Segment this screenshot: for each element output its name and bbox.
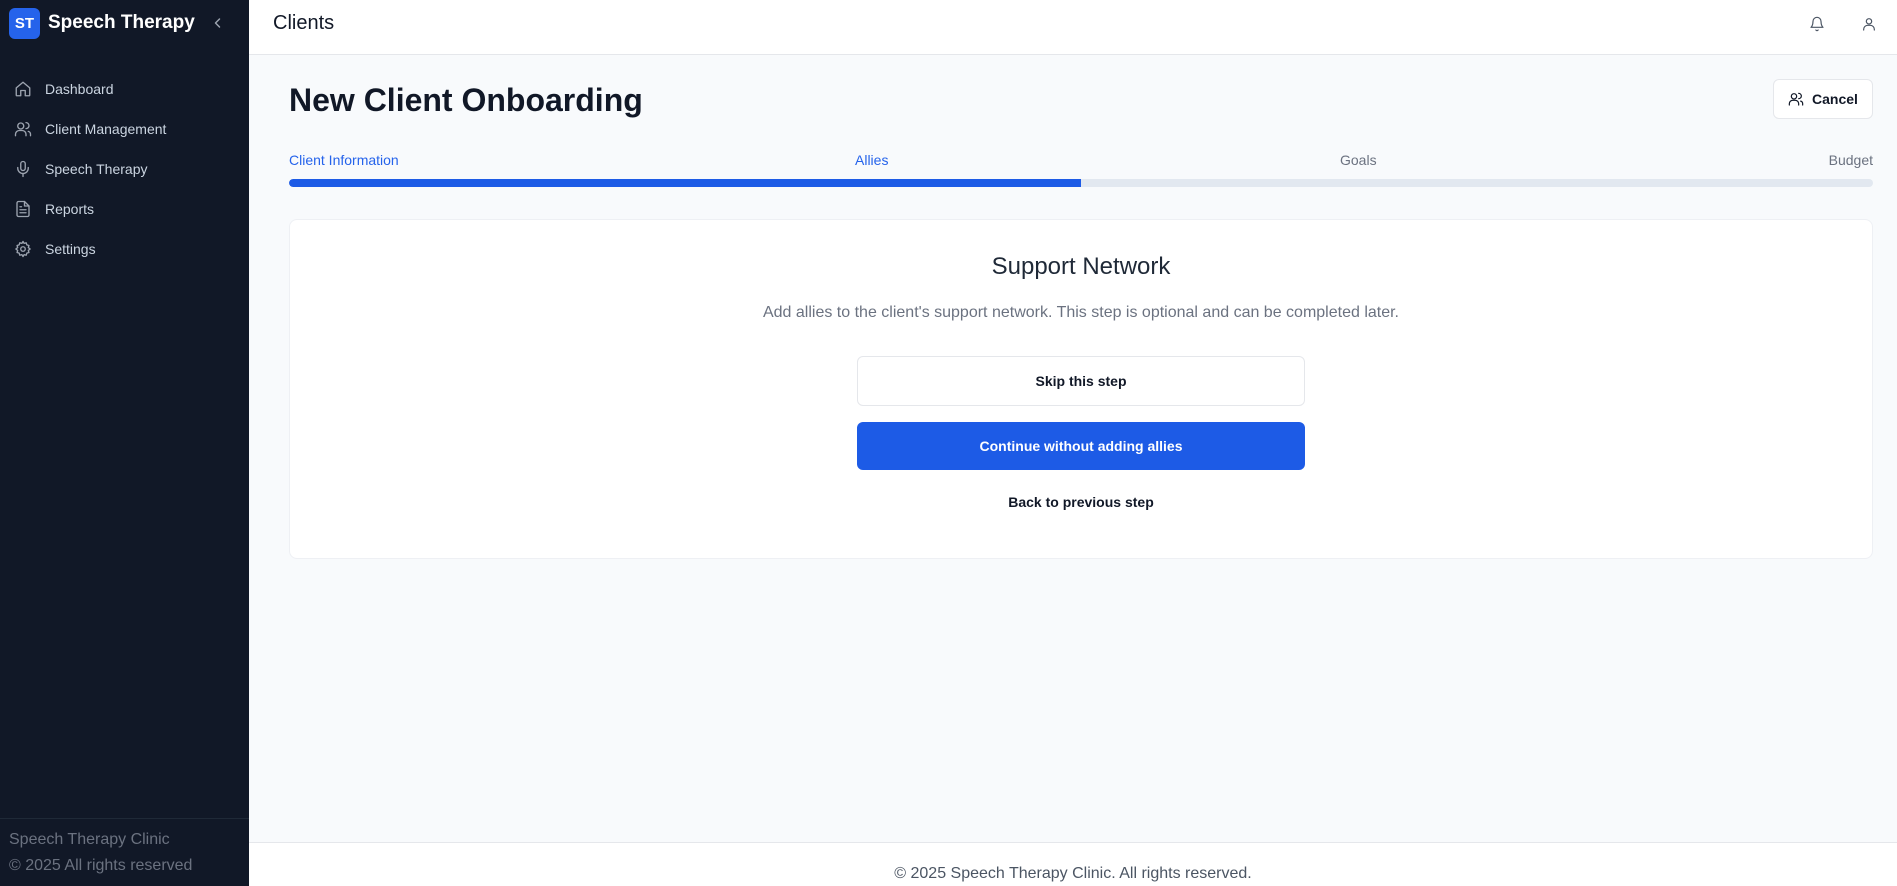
main-content: New Client Onboarding Cancel Client Info… <box>249 56 1897 842</box>
cancel-button-label: Cancel <box>1812 91 1858 107</box>
sidebar-item-client-management[interactable]: Client Management <box>0 109 249 149</box>
document-icon <box>13 199 33 219</box>
sidebar-footer-copyright: © 2025 All rights reserved <box>9 857 193 874</box>
footer-copyright: © 2025 Speech Therapy Clinic. All rights… <box>894 865 1252 882</box>
page-footer: © 2025 Speech Therapy Clinic. All rights… <box>249 842 1897 886</box>
brand-logo: ST <box>9 7 40 39</box>
step-goals[interactable]: Goals <box>1340 152 1377 168</box>
collapse-sidebar-button[interactable] <box>208 13 228 33</box>
sidebar-item-label: Speech Therapy <box>45 161 148 177</box>
sidebar-item-label: Settings <box>45 241 96 257</box>
notifications-button[interactable] <box>1806 13 1828 35</box>
user-icon <box>1863 18 1875 31</box>
users-icon <box>13 119 33 139</box>
sidebar-item-label: Client Management <box>45 121 167 137</box>
continue-without-allies-button[interactable]: Continue without adding allies <box>857 422 1305 470</box>
skip-step-button[interactable]: Skip this step <box>857 356 1305 406</box>
sidebar-nav: Dashboard Client Management Speech Thera… <box>0 69 249 269</box>
users-icon <box>1788 91 1804 107</box>
chevron-left-icon <box>214 18 221 28</box>
page-title: New Client Onboarding <box>289 82 643 118</box>
topbar: Clients <box>249 0 1897 55</box>
step-client-information[interactable]: Client Information <box>289 152 399 168</box>
home-icon <box>13 79 33 99</box>
card-title: Support Network <box>991 253 1171 280</box>
progress-bar <box>289 179 1873 187</box>
microphone-icon <box>13 159 33 179</box>
back-to-previous-step-button[interactable]: Back to previous step <box>857 490 1305 514</box>
sidebar-item-dashboard[interactable]: Dashboard <box>0 69 249 109</box>
sidebar-item-settings[interactable]: Settings <box>0 229 249 269</box>
sidebar-footer: Speech Therapy Clinic © 2025 All rights … <box>0 818 249 886</box>
user-menu-button[interactable] <box>1858 13 1880 35</box>
step-budget[interactable]: Budget <box>1829 152 1873 168</box>
topbar-title: Clients <box>273 12 335 34</box>
sidebar-item-reports[interactable]: Reports <box>0 189 249 229</box>
sidebar-item-label: Reports <box>45 201 95 217</box>
gear-icon <box>13 239 33 259</box>
step-allies[interactable]: Allies <box>855 152 888 168</box>
sidebar-footer-clinic-name: Speech Therapy Clinic <box>9 831 170 848</box>
progress-bar-fill <box>289 179 1081 187</box>
cancel-button[interactable]: Cancel <box>1773 79 1873 119</box>
onboarding-steps: Client Information Allies Goals Budget <box>289 152 1873 168</box>
sidebar-item-speech-therapy[interactable]: Speech Therapy <box>0 149 249 189</box>
sidebar: ST Speech Therapy Dashboard Client Manag… <box>0 0 249 886</box>
bell-icon <box>1810 16 1824 32</box>
sidebar-item-label: Dashboard <box>45 81 114 97</box>
support-network-card: Support Network Add allies to the client… <box>289 219 1873 559</box>
brand-name: Speech Therapy <box>48 12 195 33</box>
card-description: Add allies to the client's support netwo… <box>762 304 1399 321</box>
